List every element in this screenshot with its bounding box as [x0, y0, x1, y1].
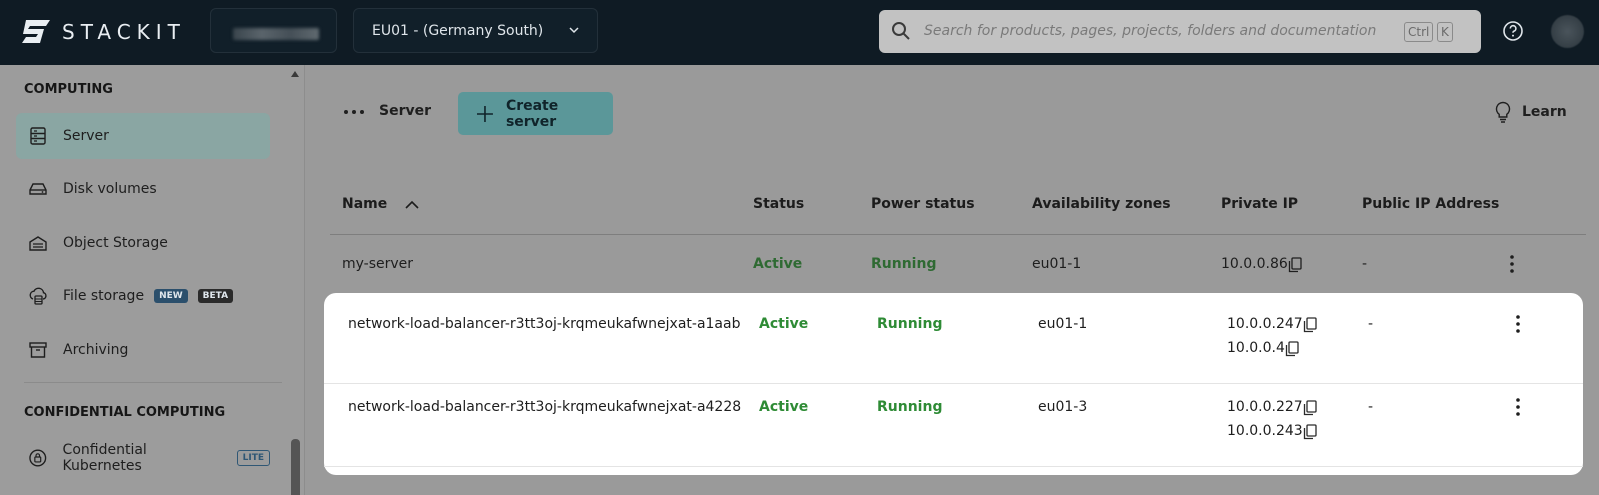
- row-actions-kebab-icon[interactable]: [1516, 315, 1520, 333]
- column-header-private-ip[interactable]: Private IP: [1221, 196, 1298, 212]
- top-bar: STACKIT EU01 - (Germany South) Search fo…: [0, 0, 1599, 65]
- shortcut-ctrl-key: Ctrl: [1404, 22, 1434, 42]
- user-avatar[interactable]: [1551, 15, 1584, 48]
- copy-icon[interactable]: [1303, 317, 1317, 333]
- beta-badge: BETA: [197, 289, 234, 303]
- public-ip-value: -: [1362, 256, 1368, 272]
- learn-label: Learn: [1522, 104, 1567, 120]
- sidebar-item-object-storage[interactable]: Object Storage: [16, 220, 270, 266]
- column-header-power-status[interactable]: Power status: [871, 196, 975, 212]
- column-header-status[interactable]: Status: [753, 196, 804, 212]
- new-badge: NEW: [154, 289, 188, 303]
- stackit-logo[interactable]: STACKIT: [20, 18, 186, 45]
- breadcrumb-server[interactable]: Server: [379, 103, 431, 119]
- copy-icon[interactable]: [1288, 257, 1302, 273]
- highlighted-rows-card: network-load-balancer-r3tt3oj-krqmeukafw…: [324, 293, 1583, 475]
- column-header-public-ip[interactable]: Public IP Address: [1362, 196, 1499, 212]
- shield-lock-icon: [29, 449, 47, 467]
- section-title-confidential-computing: CONFIDENTIAL COMPUTING: [24, 405, 226, 420]
- status-value: Active: [753, 256, 803, 272]
- power-status-value: Running: [877, 399, 943, 415]
- logo-text: STACKIT: [62, 19, 186, 44]
- global-search-input[interactable]: Search for products, pages, projects, fo…: [879, 10, 1481, 53]
- private-ip-value: 10.0.0.4: [1227, 340, 1285, 356]
- region-selector[interactable]: EU01 - (Germany South): [353, 8, 598, 53]
- chevron-down-icon: [569, 27, 579, 34]
- sidebar-item-server[interactable]: Server: [16, 113, 270, 159]
- sidebar-divider: [24, 382, 282, 383]
- sidebar-item-label: Archiving: [63, 342, 129, 358]
- private-ip-value: 10.0.0.243: [1227, 423, 1303, 439]
- shortcut-k-key: K: [1437, 22, 1453, 42]
- private-ip-value: 10.0.0.86: [1221, 256, 1288, 272]
- sidebar-item-archiving[interactable]: Archiving: [16, 327, 270, 373]
- sidebar: COMPUTING Server Disk volumes Object Sto…: [0, 65, 305, 495]
- server-name[interactable]: network-load-balancer-r3tt3oj-krqmeukafw…: [348, 399, 741, 415]
- sidebar-item-label: Server: [63, 128, 109, 144]
- lite-badge: LITE: [236, 450, 270, 466]
- power-status-value: Running: [871, 256, 937, 272]
- status-value: Active: [759, 399, 809, 415]
- server-name[interactable]: network-load-balancer-r3tt3oj-krqmeukafw…: [348, 316, 740, 332]
- sort-ascending-icon[interactable]: [404, 199, 420, 211]
- stackit-logo-icon: [22, 20, 50, 43]
- scroll-up-arrow-icon[interactable]: [291, 71, 299, 77]
- sidebar-item-label: File storage: [63, 288, 145, 304]
- sidebar-scrollbar[interactable]: [291, 439, 300, 495]
- object-storage-icon: [29, 236, 47, 251]
- sidebar-item-label: Object Storage: [63, 235, 168, 251]
- region-label: EU01 - (Germany South): [372, 22, 544, 39]
- copy-icon[interactable]: [1303, 400, 1317, 416]
- more-horizontal-icon[interactable]: [343, 105, 365, 119]
- create-server-label: Create server: [505, 97, 559, 130]
- column-header-name[interactable]: Name: [342, 196, 387, 212]
- row-actions-kebab-icon[interactable]: [1516, 398, 1520, 416]
- server-icon: [30, 127, 46, 145]
- learn-button[interactable]: Learn: [1494, 101, 1567, 123]
- organization-name-redacted: [233, 28, 319, 40]
- sidebar-item-label: Confidential Kubernetes: [62, 442, 147, 474]
- lightbulb-icon: [1495, 101, 1511, 123]
- copy-icon[interactable]: [1303, 424, 1317, 440]
- server-name[interactable]: my-server: [342, 256, 413, 272]
- organization-selector[interactable]: [210, 8, 337, 53]
- power-status-value: Running: [877, 316, 943, 332]
- row-actions-kebab-icon[interactable]: [1510, 255, 1514, 273]
- availability-zone-value: eu01-1: [1032, 256, 1082, 272]
- help-icon[interactable]: [1502, 20, 1524, 42]
- search-placeholder: Search for products, pages, projects, fo…: [924, 23, 1377, 39]
- status-value: Active: [759, 316, 809, 332]
- row-divider: [324, 466, 1583, 467]
- private-ip-value: 10.0.0.227: [1227, 399, 1303, 415]
- row-divider: [324, 383, 1583, 384]
- public-ip-value: -: [1368, 399, 1374, 415]
- disk-icon: [29, 183, 47, 195]
- copy-icon[interactable]: [1285, 341, 1299, 357]
- sidebar-item-disk-volumes[interactable]: Disk volumes: [16, 166, 270, 212]
- availability-zone-value: eu01-1: [1038, 316, 1088, 332]
- table-header-divider: [330, 234, 1586, 235]
- sidebar-item-label: Disk volumes: [63, 181, 157, 197]
- cloud-storage-icon: [29, 287, 47, 305]
- create-server-button[interactable]: Create server: [458, 92, 613, 135]
- search-icon: [892, 22, 910, 40]
- archive-icon: [29, 342, 47, 358]
- section-title-computing: COMPUTING: [24, 82, 113, 97]
- public-ip-value: -: [1368, 316, 1374, 332]
- column-header-availability-zones[interactable]: Availability zones: [1032, 196, 1171, 212]
- sidebar-item-file-storage[interactable]: File storage NEW BETA: [16, 273, 270, 319]
- plus-icon: [476, 105, 493, 122]
- sidebar-item-confidential-kubernetes[interactable]: Confidential Kubernetes LITE: [16, 435, 270, 481]
- private-ip-value: 10.0.0.247: [1227, 316, 1303, 332]
- availability-zone-value: eu01-3: [1038, 399, 1088, 415]
